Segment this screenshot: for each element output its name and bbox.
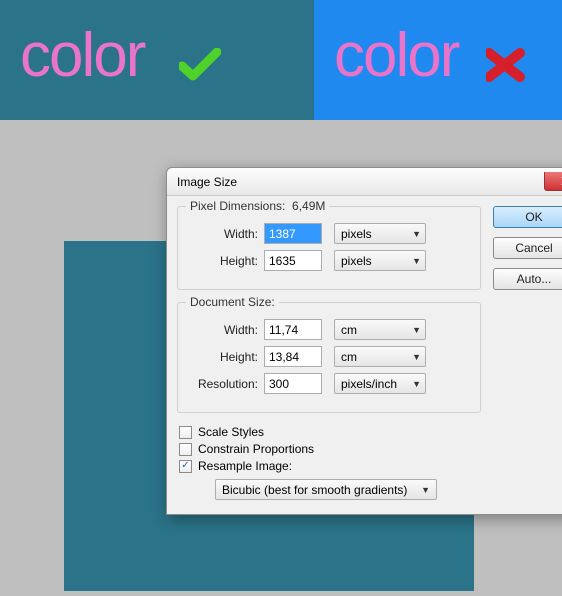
resample-checkbox[interactable] [179, 460, 192, 473]
image-size-dialog: Image Size Pixel Dimensions: 6,49M Width… [166, 167, 562, 515]
resample-label: Resample Image: [198, 459, 292, 473]
doc-width-unit-combo[interactable]: cm ▼ [334, 319, 426, 340]
px-width-unit-value: pixels [341, 227, 372, 241]
px-width-label: Width: [190, 227, 264, 241]
resample-method-combo[interactable]: Bicubic (best for smooth gradients) ▼ [215, 479, 437, 500]
chevron-down-icon: ▼ [412, 379, 421, 389]
auto-button[interactable]: Auto... [493, 268, 562, 290]
resolution-unit-value: pixels/inch [341, 377, 397, 391]
close-button[interactable] [544, 172, 562, 191]
ok-button[interactable]: OK [493, 206, 562, 228]
scale-styles-label: Scale Styles [198, 425, 264, 439]
doc-width-label: Width: [190, 323, 264, 337]
px-height-unit-value: pixels [341, 254, 372, 268]
constrain-checkbox-row[interactable]: Constrain Proportions [179, 442, 481, 456]
bad-example-panel: color [314, 0, 562, 120]
pixel-dimensions-group: Pixel Dimensions: 6,49M Width: pixels ▼ … [177, 206, 481, 290]
doc-width-input[interactable] [264, 319, 322, 340]
logo-text-left: color [20, 20, 144, 101]
checkmark-icon [179, 48, 221, 82]
px-height-label: Height: [190, 254, 264, 268]
scale-styles-checkbox[interactable] [179, 426, 192, 439]
constrain-checkbox[interactable] [179, 443, 192, 456]
constrain-label: Constrain Proportions [198, 442, 314, 456]
doc-height-input[interactable] [264, 346, 322, 367]
chevron-down-icon: ▼ [412, 325, 421, 335]
resample-checkbox-row[interactable]: Resample Image: [179, 459, 481, 473]
chevron-down-icon: ▼ [421, 485, 430, 495]
resolution-label: Resolution: [190, 377, 264, 391]
px-width-unit-combo[interactable]: pixels ▼ [334, 223, 426, 244]
px-width-input[interactable] [264, 223, 322, 244]
chevron-down-icon: ▼ [412, 229, 421, 239]
doc-height-label: Height: [190, 350, 264, 364]
doc-width-unit-value: cm [341, 323, 357, 337]
chevron-down-icon: ▼ [412, 352, 421, 362]
px-height-unit-combo[interactable]: pixels ▼ [334, 250, 426, 271]
resolution-unit-combo[interactable]: pixels/inch ▼ [334, 373, 426, 394]
dialog-titlebar[interactable]: Image Size [167, 168, 562, 196]
resolution-input[interactable] [264, 373, 322, 394]
chevron-down-icon: ▼ [412, 256, 421, 266]
resample-method-value: Bicubic (best for smooth gradients) [222, 483, 407, 497]
px-height-input[interactable] [264, 250, 322, 271]
logo-text-right: color [334, 20, 458, 101]
document-size-legend: Document Size: [186, 295, 279, 309]
document-size-group: Document Size: Width: cm ▼ Height: cm ▼ [177, 302, 481, 413]
good-example-panel: color [0, 0, 314, 120]
doc-height-unit-combo[interactable]: cm ▼ [334, 346, 426, 367]
comparison-banner: color color [0, 0, 562, 120]
pixel-dimensions-legend: Pixel Dimensions: 6,49M [186, 199, 329, 213]
scale-styles-checkbox-row[interactable]: Scale Styles [179, 425, 481, 439]
cancel-button[interactable]: Cancel [493, 237, 562, 259]
dialog-title: Image Size [177, 175, 237, 189]
cross-icon [486, 48, 526, 82]
doc-height-unit-value: cm [341, 350, 357, 364]
